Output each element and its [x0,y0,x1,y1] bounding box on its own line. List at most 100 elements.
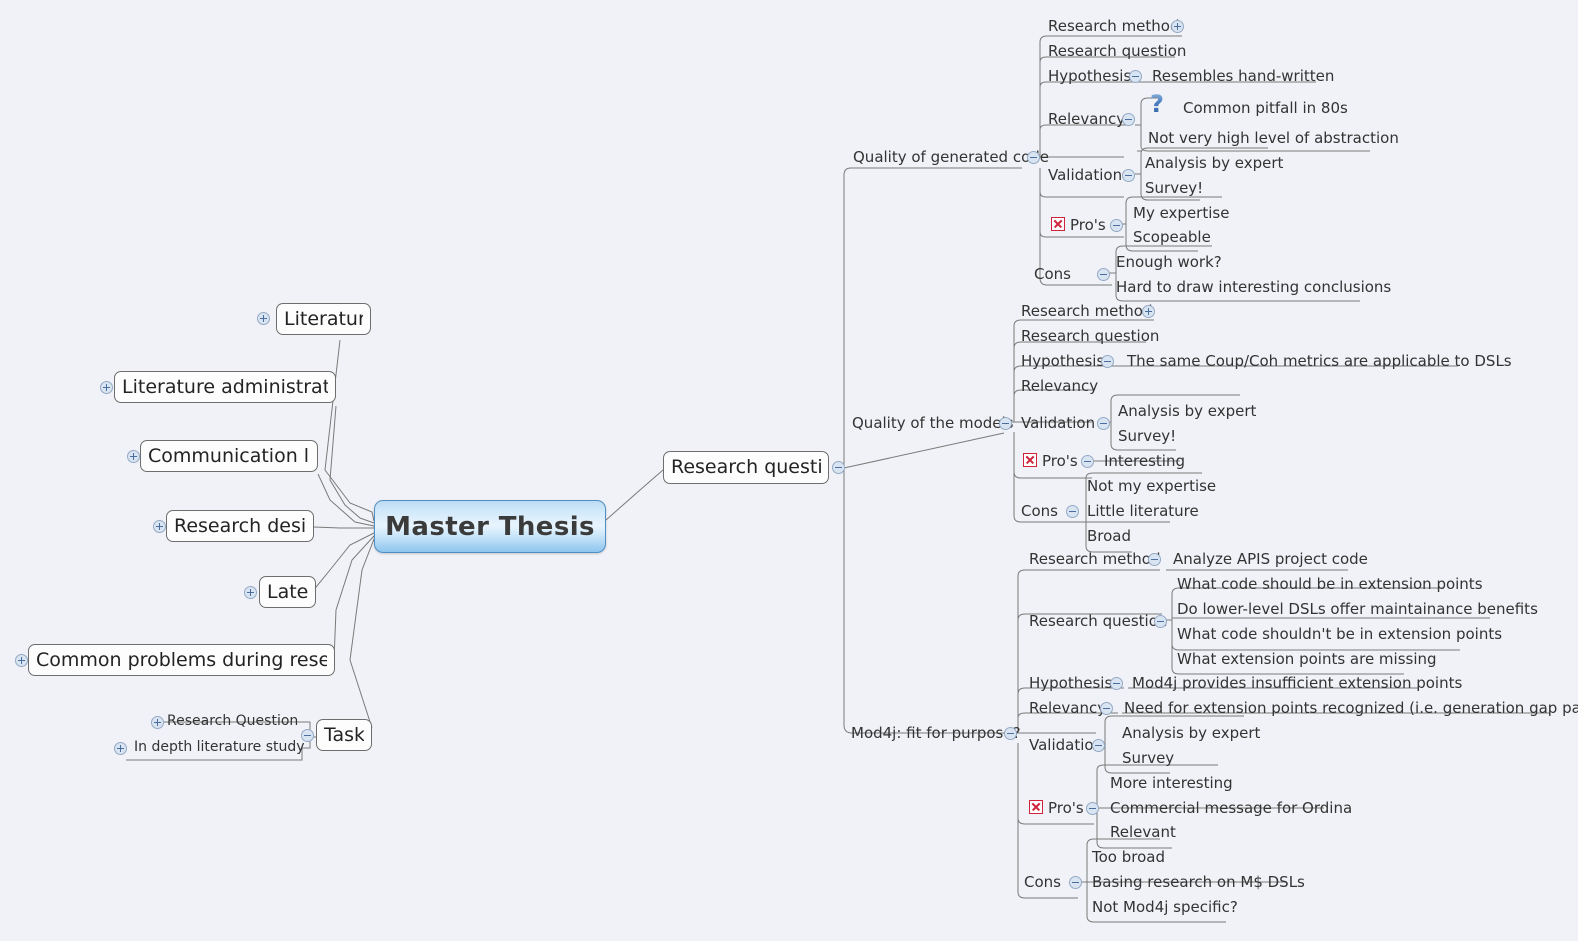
child-t3-rq-0[interactable]: What code should be in extension points [1177,575,1483,593]
topic-quality-of-generated-code[interactable]: Quality of generated code [853,148,1049,166]
child-t1-pros-1[interactable]: Scopeable [1133,228,1211,246]
child-t2-cons-0[interactable]: Not my expertise [1087,477,1216,495]
child-t2-validation-1[interactable]: Survey! [1118,427,1176,445]
item-t3-pros[interactable]: Pro's [1048,799,1084,817]
item-t3-hypothesis[interactable]: Hypothesis [1029,674,1112,692]
item-t2-validation[interactable]: Validation [1021,414,1095,432]
child-t1-relevancy-0[interactable]: Common pitfall in 80s [1183,99,1348,117]
node-label: Latex [267,582,308,602]
toggle-t2-validation[interactable] [1097,417,1110,430]
child-t1-validation-0[interactable]: Analysis by expert [1145,154,1283,172]
child-t3-pros-1[interactable]: Commercial message for Ordina [1110,799,1352,817]
item-t1-cons[interactable]: Cons [1034,265,1071,283]
child-t2-cons-1[interactable]: Little literature [1087,502,1199,520]
node-research-design[interactable]: Research design [166,510,314,542]
toggle-t2-hypothesis[interactable] [1101,355,1114,368]
item-t2-research-question[interactable]: Research question [1021,327,1159,345]
toggle-t1-hypothesis[interactable] [1129,70,1142,83]
child-t1-cons-0[interactable]: Enough work? [1116,253,1222,271]
node-research-question-branch[interactable]: Research question [663,451,829,484]
toggle-common-problems[interactable] [15,654,28,667]
item-t2-pros[interactable]: Pro's [1042,452,1078,470]
child-t3-relevancy-0[interactable]: Need for extension points recognized (i.… [1124,699,1578,717]
toggle-t1-pros[interactable] [1110,219,1123,232]
item-t1-validation[interactable]: Validation [1048,166,1122,184]
node-label: Enough work? [1116,253,1222,271]
toggle-t3-cons[interactable] [1069,876,1082,889]
child-t2-cons-2[interactable]: Broad [1087,527,1131,545]
child-t1-hypothesis-0[interactable]: Resembles hand-written [1152,67,1334,85]
item-t3-relevancy[interactable]: Relevancy [1029,699,1106,717]
node-literature-administration[interactable]: Literature administration [114,371,336,403]
toggle-t1-research-method[interactable] [1171,20,1184,33]
toggle-latex[interactable] [244,586,257,599]
toggle-t1-cons[interactable] [1097,268,1110,281]
child-t3-validation-1[interactable]: Survey [1122,749,1174,767]
toggle-task-in-depth[interactable] [114,742,127,755]
toggle-t3-research-question[interactable] [1154,615,1167,628]
node-task-in-depth-literature-study[interactable]: In depth literature study [134,739,305,755]
child-t2-pros-0[interactable]: Interesting [1104,452,1185,470]
toggle-t2-cons[interactable] [1066,505,1079,518]
child-t1-validation-1[interactable]: Survey! [1145,179,1203,197]
child-t3-cons-1[interactable]: Basing research on M$ DSLs [1092,873,1305,891]
node-label: Hypothesis [1021,352,1105,370]
toggle-mod4j[interactable] [1004,727,1017,740]
child-t3-pros-2[interactable]: Relevant [1110,823,1176,841]
child-t3-validation-0[interactable]: Analysis by expert [1122,724,1260,742]
toggle-t2-pros[interactable] [1081,455,1094,468]
toggle-t2-research-method[interactable] [1142,305,1155,318]
child-t1-pros-0[interactable]: My expertise [1133,204,1229,222]
node-label: Need for extension points recognized (i.… [1124,699,1578,717]
toggle-t3-relevancy[interactable] [1100,702,1113,715]
toggle-task-research-question[interactable] [151,716,164,729]
item-t2-relevancy[interactable]: Relevancy [1021,377,1098,395]
node-label: Relevancy [1021,377,1099,395]
toggle-t3-research-method[interactable] [1148,553,1161,566]
item-t2-cons[interactable]: Cons [1021,502,1058,520]
child-t3-pros-0[interactable]: More interesting [1110,774,1233,792]
child-t2-hypothesis-0[interactable]: The same Coup/Coh metrics are applicable… [1127,352,1512,370]
child-t3-cons-0[interactable]: Too broad [1092,848,1165,866]
toggle-quality-of-the-models[interactable] [999,417,1012,430]
item-t3-cons[interactable]: Cons [1024,873,1061,891]
child-t2-validation-0[interactable]: Analysis by expert [1118,402,1256,420]
item-t1-research-question[interactable]: Research question [1048,42,1186,60]
item-t2-research-method[interactable]: Research method [1021,302,1153,320]
child-t3-research-method-0[interactable]: Analyze APIS project code [1173,550,1368,568]
item-t2-hypothesis[interactable]: Hypothesis [1021,352,1104,370]
child-t1-cons-1[interactable]: Hard to draw interesting conclusions [1116,278,1391,296]
toggle-t1-relevancy[interactable] [1122,113,1135,126]
item-t3-research-question[interactable]: Research question [1029,612,1167,630]
topic-quality-of-the-models[interactable]: Quality of the models [852,414,1014,432]
toggle-literature[interactable] [257,312,270,325]
node-literature[interactable]: Literature [276,303,371,335]
child-t1-relevancy-1[interactable]: Not very high level of abstraction [1148,129,1399,147]
item-t1-research-method[interactable]: Research method [1048,17,1180,35]
child-t3-cons-2[interactable]: Not Mod4j specific? [1092,898,1238,916]
toggle-t1-validation[interactable] [1122,169,1135,182]
node-tasks[interactable]: Tasks [316,719,372,751]
node-communication-log[interactable]: Communication log [140,440,318,472]
root-node[interactable]: Master Thesis [374,500,606,553]
toggle-t3-validation[interactable] [1092,739,1105,752]
child-t3-rq-1[interactable]: Do lower-level DSLs offer maintainance b… [1177,600,1538,618]
item-t1-hypothesis[interactable]: Hypothesis [1048,67,1131,85]
item-t1-relevancy[interactable]: Relevancy [1048,110,1125,128]
node-common-problems[interactable]: Common problems during research [28,644,335,676]
toggle-research-design[interactable] [153,520,166,533]
item-t1-pros[interactable]: Pro's [1070,216,1106,234]
child-t3-rq-3[interactable]: What extension points are missing [1177,650,1437,668]
child-t3-rq-2[interactable]: What code shouldn't be in extension poin… [1177,625,1502,643]
toggle-t3-pros[interactable] [1086,802,1099,815]
node-task-research-question[interactable]: Research Question [167,713,298,729]
toggle-literature-administration[interactable] [100,381,113,394]
node-latex[interactable]: Latex [259,576,316,608]
child-t3-hypothesis-0[interactable]: Mod4j provides insufficient extension po… [1132,674,1462,692]
toggle-communication-log[interactable] [127,450,140,463]
topic-mod4j-fit-for-purpose[interactable]: Mod4j: fit for purpose? [851,724,1021,742]
toggle-t3-hypothesis[interactable] [1110,677,1123,690]
toggle-research-question-branch[interactable] [832,461,845,474]
item-t3-research-method[interactable]: Research method [1029,550,1161,568]
toggle-quality-of-generated-code[interactable] [1027,151,1040,164]
